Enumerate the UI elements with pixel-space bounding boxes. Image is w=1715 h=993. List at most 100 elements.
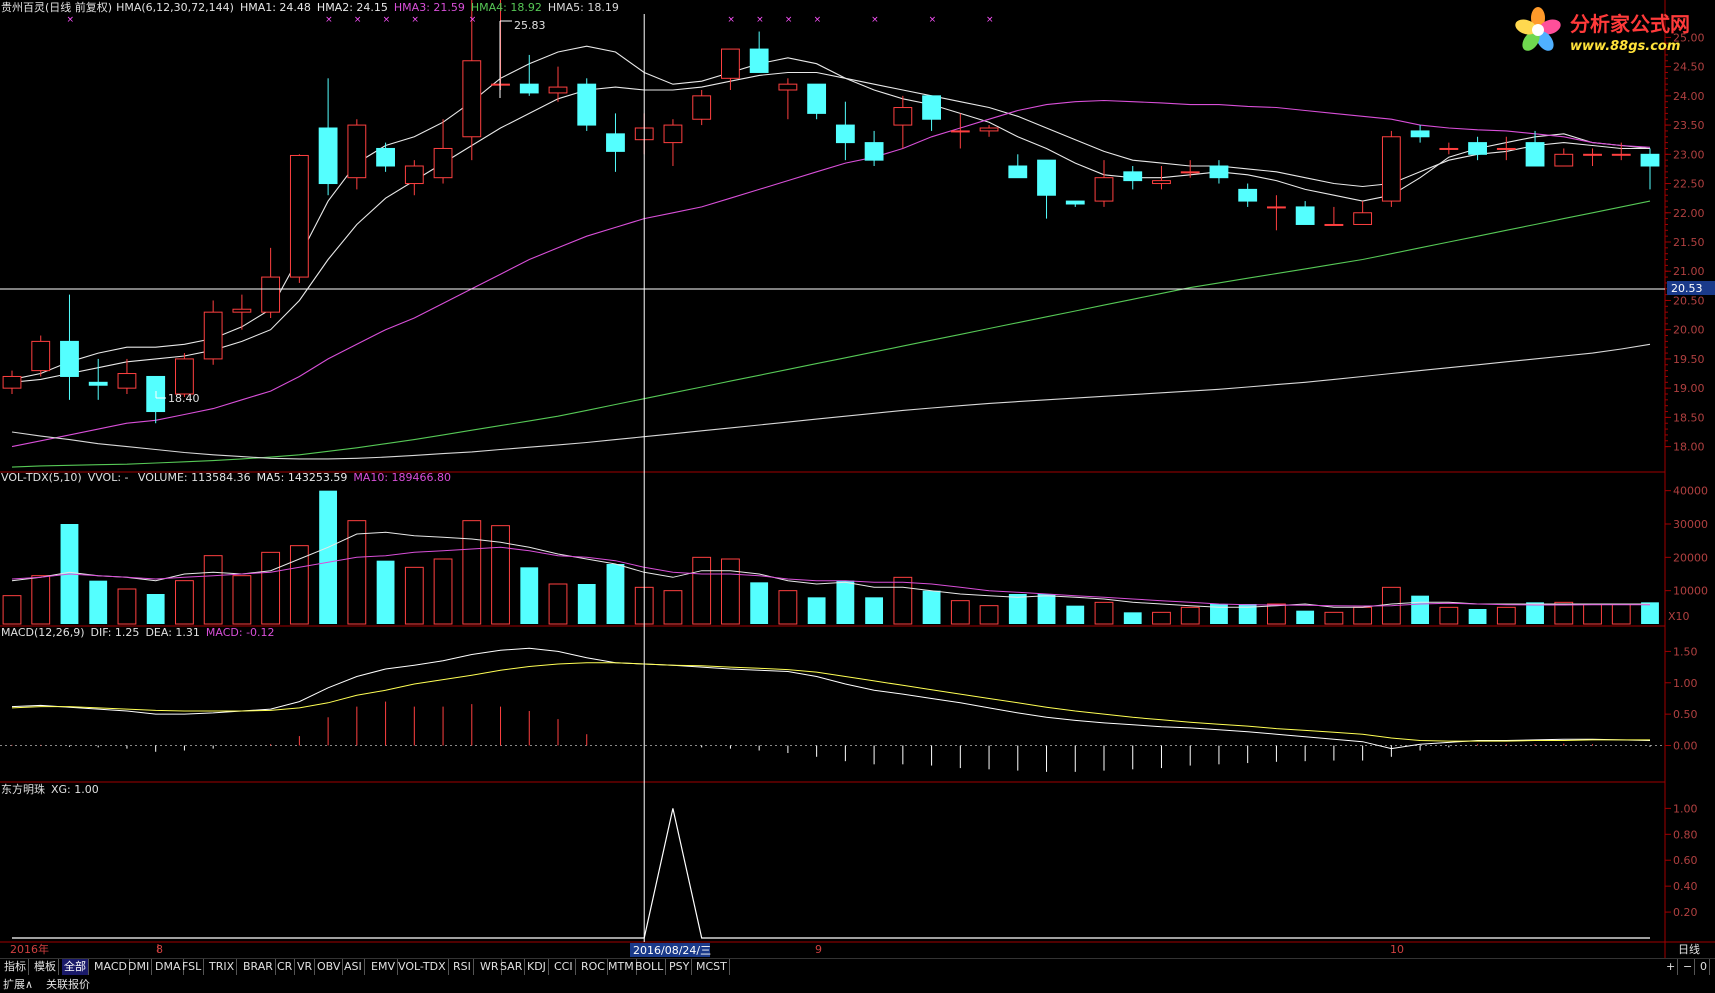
volume-bar: [376, 560, 395, 624]
candle-body: [491, 83, 510, 86]
volume-bar: [663, 590, 683, 625]
tab-macd[interactable]: MACD: [92, 959, 130, 975]
macd-dif-line: [11, 647, 1651, 750]
tab-指标[interactable]: 指标: [2, 959, 29, 975]
volume-bar: [1152, 611, 1171, 625]
volume-bar: [1496, 606, 1516, 625]
price-tick-label: 21.50: [1673, 236, 1705, 249]
candle-body: [979, 127, 999, 132]
signal-marker: ×: [814, 15, 822, 25]
candle-body: [749, 48, 769, 73]
price-tick-label: 20.50: [1673, 294, 1705, 307]
tab-psy[interactable]: PSY: [667, 959, 693, 975]
xg-tick-label: 0.60: [1673, 854, 1698, 867]
tab-emv[interactable]: EMV: [369, 959, 398, 975]
tab-vol-tdx[interactable]: VOL-TDX: [396, 959, 449, 975]
volume-axis: 40000 30000 20000 10000 X10: [1665, 485, 1708, 623]
volume-bar: [1554, 601, 1574, 625]
candle-body: [548, 86, 568, 94]
date-axis: 2016年 8 2016/08/24/三 9 10 日线: [10, 942, 1700, 957]
tab-cr[interactable]: CR: [275, 959, 296, 975]
tab-kdj[interactable]: KDJ: [525, 959, 549, 975]
date-month-10: 10: [1390, 943, 1404, 956]
candle-body: [88, 381, 108, 386]
volume-bar: [1439, 606, 1459, 625]
tab-mcst[interactable]: MCST: [694, 959, 730, 975]
candle-body: [1583, 153, 1602, 156]
xg-tick-label: 0.80: [1673, 828, 1698, 841]
reset-button[interactable]: 0: [1698, 959, 1710, 975]
tab-vr[interactable]: VR: [295, 959, 316, 975]
tab-fsl[interactable]: FSL: [180, 959, 205, 975]
candle-body: [1554, 153, 1574, 167]
price-tick-label: 22.00: [1673, 207, 1705, 220]
candle-body: [519, 83, 539, 94]
price-tick-label: 18.00: [1673, 441, 1705, 454]
tab-boll[interactable]: BOLL: [633, 959, 667, 975]
xg-tick-label: 0.40: [1673, 880, 1698, 893]
tab-sar[interactable]: SAR: [498, 959, 526, 975]
volume-bar: [491, 525, 510, 625]
volume-bar: [1526, 602, 1544, 624]
signal-marker: ×: [66, 15, 74, 25]
volume-bar: [89, 580, 108, 624]
volume-bar: [548, 583, 568, 625]
xg-series-line: [12, 808, 1650, 939]
candle-body: [577, 83, 597, 126]
zoom-in-button[interactable]: +: [1664, 959, 1679, 975]
candle-body: [835, 124, 855, 144]
tab-dma[interactable]: DMA: [153, 959, 184, 975]
vol-tick-label: 30000: [1673, 518, 1708, 531]
candle-body: [663, 124, 683, 144]
tab-obv[interactable]: OBV: [315, 959, 344, 975]
tab-dmi[interactable]: DMI: [126, 959, 153, 975]
volume-bar: [721, 558, 740, 625]
xg-header: 东方明珠 XG: 1.00: [1, 782, 99, 796]
volume-bar: [146, 594, 165, 624]
candle-body: [1123, 171, 1143, 182]
candle-body: [31, 340, 51, 372]
signal-marker: ×: [785, 15, 793, 25]
candle-body: [2, 375, 22, 389]
flower-logo-icon: 分析家公式网 www.88gs.com: [1515, 7, 1690, 54]
tab-cci[interactable]: CCI: [552, 959, 576, 975]
volume-bar: [1123, 612, 1142, 624]
candle-body: [1468, 142, 1487, 155]
tab-rsi[interactable]: RSI: [451, 959, 474, 975]
tab-brar[interactable]: BRAR: [241, 959, 276, 975]
signal-marker: ×: [354, 15, 362, 25]
volume-bar: [261, 551, 281, 625]
bottom-bar: [0, 976, 1715, 993]
volume-bar: [1008, 594, 1027, 624]
logo-url: www.88gs.com: [1570, 39, 1680, 54]
candle-body: [1496, 147, 1516, 150]
hma-line-3: [11, 99, 1651, 448]
candle-body: [606, 133, 625, 152]
tab-asi[interactable]: ASI: [342, 959, 365, 975]
candle-body: [1611, 153, 1631, 156]
tab-roc[interactable]: ROC: [579, 959, 608, 975]
price-tick-label: 23.00: [1673, 148, 1705, 161]
tab-模板[interactable]: 模板: [32, 959, 59, 975]
candle-body: [318, 127, 338, 185]
candle-body: [1410, 130, 1430, 138]
candle-body: [1353, 212, 1373, 225]
hma-line-5: [11, 343, 1651, 460]
candle-body: [175, 358, 194, 395]
price-tick-label: 24.00: [1673, 90, 1705, 103]
volume-bar: [950, 600, 970, 625]
macd-tick-label: 0.00: [1673, 740, 1698, 753]
expand-button[interactable]: 扩展∧: [3, 977, 33, 992]
tab-全部[interactable]: 全部: [62, 959, 89, 975]
zoom-out-button[interactable]: −: [1681, 959, 1696, 975]
volume-bar: [232, 575, 252, 625]
price-tick-label: 19.50: [1673, 353, 1705, 366]
tab-trix[interactable]: TRIX: [207, 959, 238, 975]
candle-body: [950, 130, 970, 133]
stock-chart[interactable]: 25.0024.5024.0023.5023.0022.5022.0021.50…: [0, 0, 1715, 958]
period-label[interactable]: 日线: [1678, 942, 1700, 956]
linked-quote-button[interactable]: 关联报价: [46, 977, 90, 992]
macd-axis: 1.50 1.00 0.50 0.00: [0, 645, 1698, 753]
candle-body: [1439, 147, 1459, 150]
signal-marker: ×: [871, 15, 879, 25]
